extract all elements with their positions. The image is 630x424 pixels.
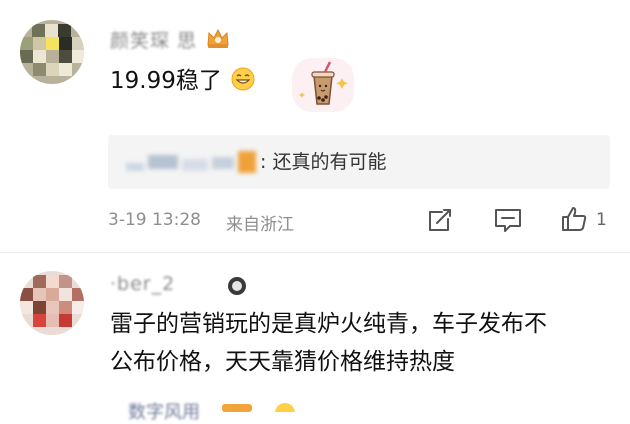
avatar[interactable]: [20, 20, 84, 84]
comment-text-line: 雷子的营销玩的是真炉火纯青，车子发布不: [110, 311, 547, 337]
comment-text-line: 公布价格，天天靠猜价格维持热度: [110, 349, 455, 375]
reply-preview[interactable]: : 还真的有可能: [108, 135, 610, 189]
like-icon[interactable]: [560, 205, 588, 233]
emoji-icon: [228, 277, 246, 295]
bubble-tea-sticker-icon: [292, 58, 354, 112]
reply-username[interactable]: [126, 151, 258, 175]
comment-item: ·ber_2 雷子的营销玩的是真炉火纯青，车子发布不 公布价格，天天靠猜价格维持…: [0, 253, 630, 403]
comment-item: 颜笑琛 思 19.99稳了: 还真的有可能 3-19 13:28 来自浙江 1: [0, 0, 630, 248]
username[interactable]: 颜笑琛 思: [110, 26, 197, 53]
next-comment-username[interactable]: 数字风用: [128, 398, 200, 424]
grin-emoji-icon: [231, 67, 255, 91]
grin-emoji-icon: [275, 403, 295, 412]
comment-location: 来自浙江: [226, 215, 294, 235]
username[interactable]: ·ber_2: [110, 273, 175, 295]
reply-text: : 还真的有可能: [260, 151, 387, 173]
crown-icon: [207, 28, 229, 48]
like-count: 1: [596, 210, 607, 230]
comment-timestamp: 3-19 13:28: [108, 210, 201, 230]
comment-text: 雷子的营销玩的是真炉火纯青，车子发布不 公布价格，天天靠猜价格维持热度: [110, 305, 547, 381]
avatar[interactable]: [20, 271, 84, 335]
comment-text: 19.99稳了: [110, 62, 255, 100]
repost-icon[interactable]: [426, 206, 454, 234]
comment-text-body: 19.99稳了: [110, 68, 222, 94]
comment-icon[interactable]: [493, 206, 523, 234]
crown-icon: [222, 404, 252, 412]
